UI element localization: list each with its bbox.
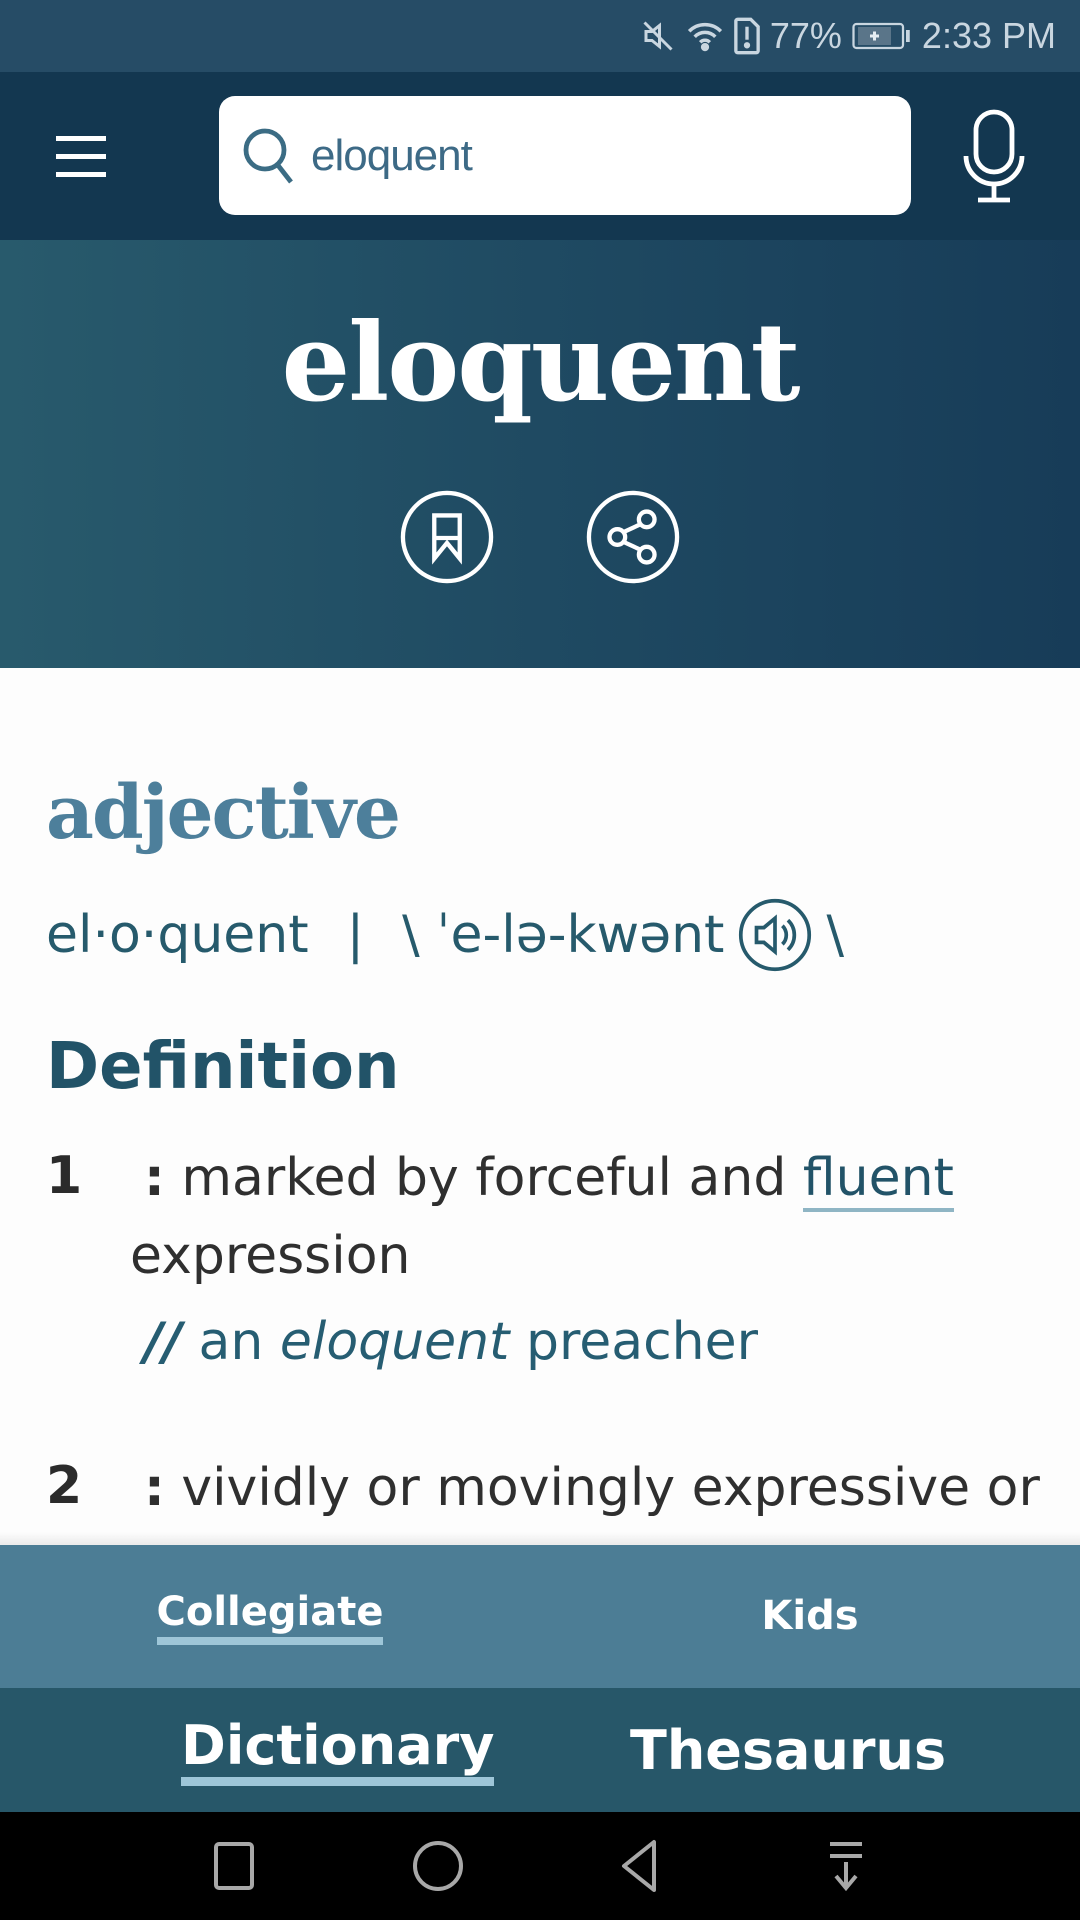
tab-shadow: [0, 1532, 1080, 1546]
pronunciation: \ ˈe-lə-kwənt: [402, 905, 725, 965]
system-nav-bar: [0, 1812, 1080, 1920]
battery-percent: 77%: [769, 15, 842, 56]
search-input[interactable]: [309, 129, 873, 182]
pronunciation-line: el·o·quent | \ ˈe-lə-kwənt \: [46, 898, 844, 972]
tab-dictionary[interactable]: Dictionary: [181, 1688, 495, 1812]
microphone-icon[interactable]: [960, 108, 1028, 204]
usage-example: // an eloquent preacher: [144, 1312, 758, 1372]
headword-title: eloquent: [281, 300, 801, 426]
sense-text: : vividly or movingly expressive or: [144, 1458, 1040, 1518]
pronunciation-close: \: [826, 905, 844, 965]
hamburger-menu-icon[interactable]: [50, 134, 112, 180]
notifications-pull-down-icon[interactable]: [816, 1836, 876, 1896]
mute-icon: [643, 21, 673, 51]
separator: |: [346, 905, 365, 965]
tab-kids[interactable]: Kids: [540, 1545, 1080, 1688]
recents-square-icon[interactable]: [204, 1836, 264, 1896]
search-bar[interactable]: [219, 96, 911, 215]
definition-heading: Definition: [46, 1030, 400, 1104]
bookmark-icon[interactable]: [400, 490, 494, 584]
home-circle-icon[interactable]: [408, 1836, 468, 1896]
sim-alert-icon: [734, 17, 760, 55]
clock: 2:33 PM: [921, 15, 1056, 56]
search-icon: [243, 128, 293, 183]
back-triangle-icon[interactable]: [612, 1836, 672, 1896]
part-of-speech: adjective: [46, 770, 401, 856]
syllables: el·o·quent: [46, 905, 309, 965]
sense-number: 2: [46, 1456, 83, 1516]
battery-charging-icon: [852, 22, 910, 50]
tab-thesaurus[interactable]: Thesaurus: [630, 1688, 946, 1812]
speaker-icon[interactable]: [738, 898, 812, 972]
fluent-link[interactable]: fluent: [802, 1148, 954, 1212]
tab-collegiate[interactable]: Collegiate: [0, 1545, 540, 1688]
status-bar: 77% 2:33 PM: [0, 0, 1080, 72]
sense-text: : marked by forceful and fluent expressi…: [130, 1148, 954, 1286]
wifi-icon: [687, 22, 722, 52]
reference-tabs: Dictionary Thesaurus: [0, 1688, 1080, 1812]
sense-number: 1: [46, 1146, 83, 1206]
dictionary-edition-tabs: Collegiate Kids: [0, 1545, 1080, 1688]
share-icon[interactable]: [586, 490, 680, 584]
